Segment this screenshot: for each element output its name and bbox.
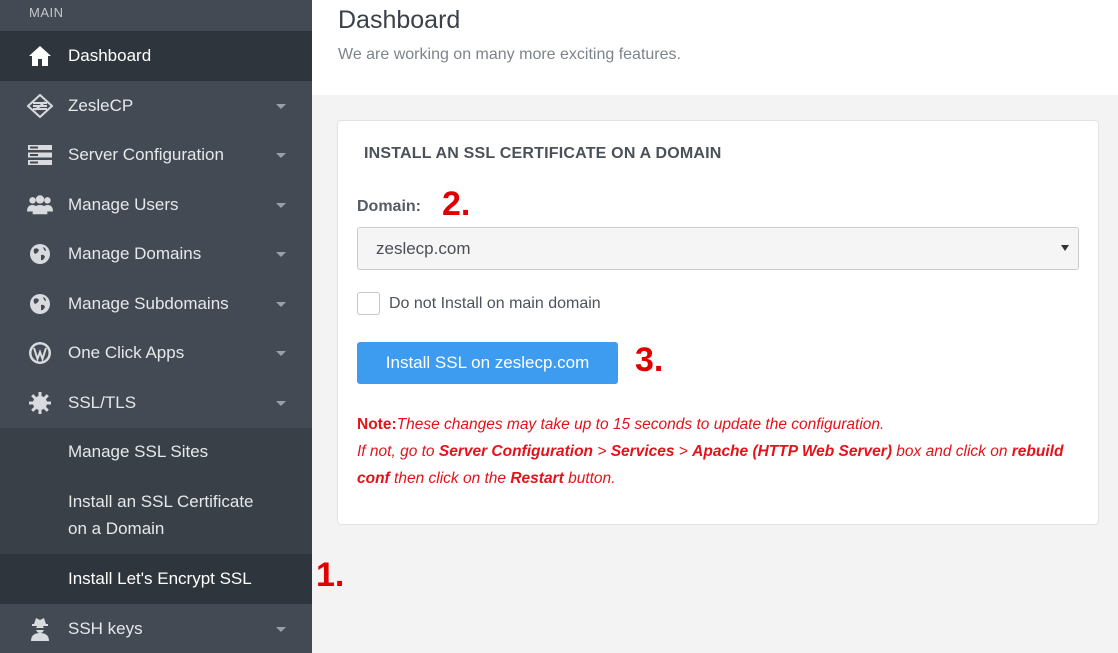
sidebar-item-label: SSH keys — [68, 619, 143, 638]
main-domain-checkbox[interactable] — [357, 292, 380, 315]
sidebar-item-label: Manage Users — [68, 195, 179, 214]
user-secret-icon — [27, 617, 53, 641]
server-icon — [27, 143, 53, 167]
note-restart: Restart — [510, 470, 564, 487]
card-title: INSTALL AN SSL CERTIFICATE ON A DOMAIN — [364, 145, 722, 162]
note-text-segment: then click on the — [389, 470, 511, 487]
sidebar-item-label: SSL/TLS — [68, 393, 137, 412]
sidebar-item-manage-users[interactable]: Manage Users — [0, 180, 312, 230]
sidebar-section-label: MAIN — [29, 5, 64, 20]
sidebar-item-ssh-keys[interactable]: SSH keys — [0, 604, 312, 653]
submenu-item-label: Install Let's Encrypt SSL — [68, 569, 252, 588]
chevron-down-icon — [276, 252, 286, 257]
users-icon — [27, 193, 53, 217]
zeslecp-logo-icon — [27, 94, 53, 118]
submenu-item-install-lets-encrypt[interactable]: Install Let's Encrypt SSL — [0, 554, 312, 604]
note-text-segment: If not, go to — [357, 443, 439, 460]
note-link-services: Services — [610, 443, 675, 460]
note-apache-box: Apache (HTTP Web Server) — [692, 443, 892, 460]
sidebar-item-manage-domains[interactable]: Manage Domains — [0, 229, 312, 279]
chevron-down-icon — [276, 104, 286, 109]
note-text-segment: > — [674, 443, 693, 460]
sidebar-item-label: Server Configuration — [68, 145, 224, 164]
domain-label: Domain: — [357, 198, 421, 215]
note-text-segment: button. — [563, 470, 616, 487]
globe-icon — [27, 292, 53, 316]
step-annotation-1: 1. — [316, 556, 345, 594]
gear-icon — [27, 391, 53, 415]
step-annotation-3: 3. — [635, 341, 664, 379]
sidebar-item-zeslecp[interactable]: ZesleCP — [0, 81, 312, 131]
sidebar: MAIN Dashboard ZesleCP Server Configurat… — [0, 0, 312, 653]
chevron-down-icon — [276, 153, 286, 158]
wordpress-icon — [27, 341, 53, 365]
sidebar-item-label: Manage Domains — [68, 244, 202, 263]
sidebar-item-label: ZesleCP — [68, 96, 134, 115]
submenu-item-label: Manage SSL Sites — [68, 442, 209, 461]
main-domain-checkbox-label: Do not Install on main domain — [389, 295, 601, 312]
ssl-submenu: Manage SSL Sites Install an SSL Certific… — [0, 428, 312, 604]
sidebar-item-server-configuration[interactable]: Server Configuration — [0, 130, 312, 180]
chevron-down-icon — [276, 627, 286, 632]
home-icon — [27, 44, 53, 68]
note-text: Note:These changes may take up to 15 sec… — [357, 411, 1087, 492]
page-subtitle: We are working on many more exciting fea… — [338, 46, 681, 63]
note-link-server-configuration: Server Configuration — [438, 443, 594, 460]
note-text-segment: > — [593, 443, 611, 460]
note-line1: These changes may take up to 15 seconds … — [396, 416, 885, 433]
chevron-down-icon — [276, 351, 286, 356]
domain-select[interactable]: zeslecp.com — [357, 227, 1079, 270]
submenu-item-label-line1: Install an SSL Certificate — [68, 492, 254, 511]
sidebar-item-label: Manage Subdomains — [68, 294, 229, 313]
chevron-down-icon — [276, 401, 286, 406]
globe-icon — [27, 242, 53, 266]
domain-select-value: zeslecp.com — [376, 239, 471, 258]
sidebar-item-ssl-tls[interactable]: SSL/TLS — [0, 378, 312, 428]
dropdown-arrow-icon — [1061, 245, 1069, 251]
sidebar-item-manage-subdomains[interactable]: Manage Subdomains — [0, 279, 312, 329]
step-annotation-2: 2. — [442, 185, 471, 223]
chevron-down-icon — [276, 203, 286, 208]
submenu-item-label-line2: on a Domain — [68, 519, 165, 538]
sidebar-item-label: Dashboard — [68, 46, 152, 65]
chevron-down-icon — [276, 302, 286, 307]
note-prefix: Note: — [357, 416, 397, 433]
install-ssl-button[interactable]: Install SSL on zeslecp.com — [357, 342, 618, 384]
sidebar-item-label: One Click Apps — [68, 343, 185, 362]
submenu-item-install-ssl-certificate[interactable]: Install an SSL Certificate on a Domain — [0, 475, 312, 554]
submenu-item-manage-ssl-sites[interactable]: Manage SSL Sites — [0, 428, 312, 475]
sidebar-item-dashboard[interactable]: Dashboard — [0, 31, 312, 81]
sidebar-item-one-click-apps[interactable]: One Click Apps — [0, 328, 312, 378]
note-text-segment: box and click on — [891, 443, 1012, 460]
page-title: Dashboard — [338, 6, 461, 34]
